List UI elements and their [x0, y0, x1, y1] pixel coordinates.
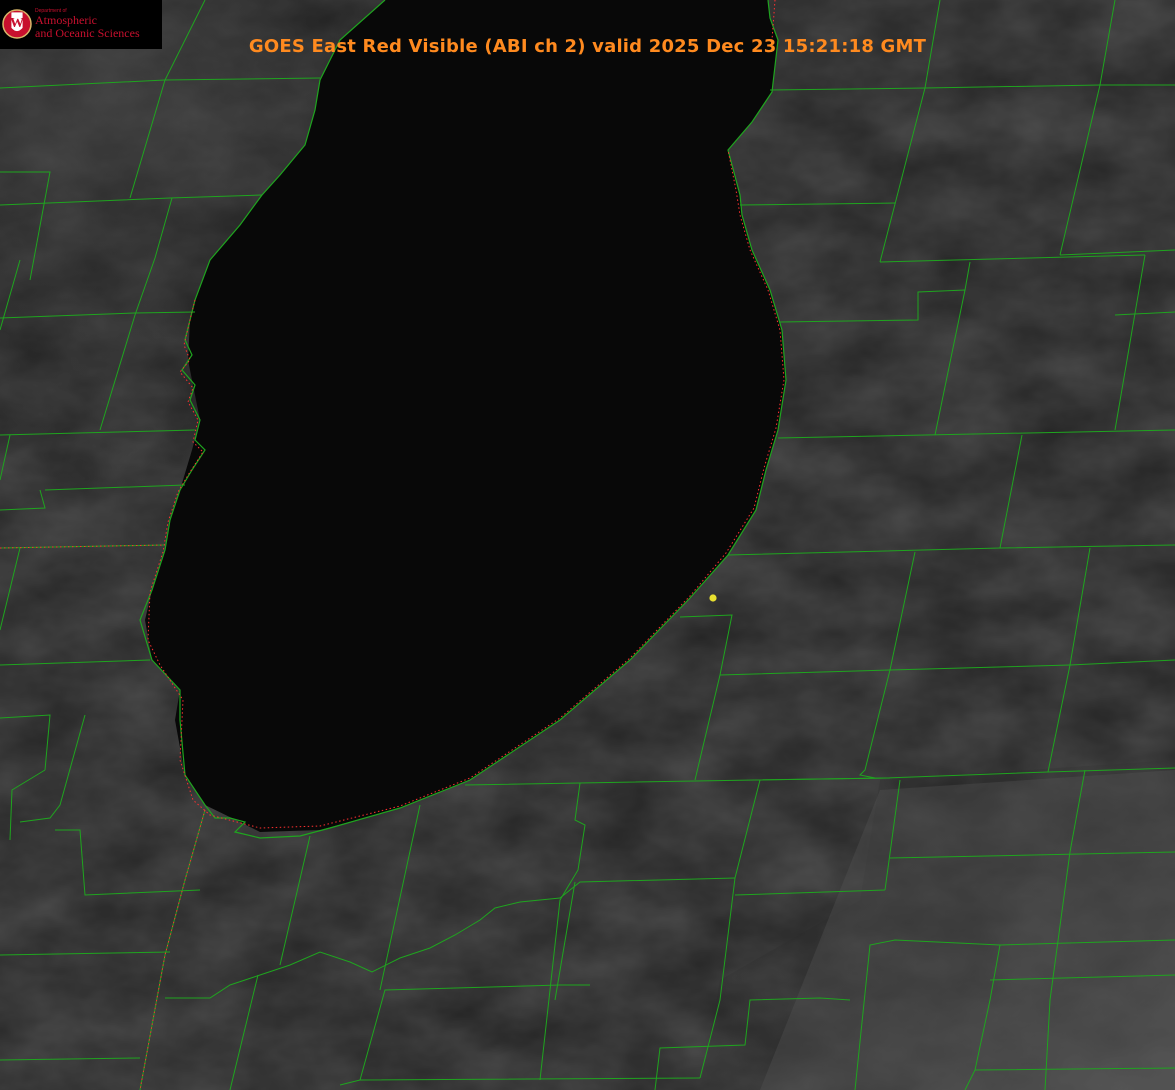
- svg-text:W: W: [10, 16, 24, 31]
- satellite-map: [0, 0, 1175, 1090]
- image-title: GOES East Red Visible (ABI ch 2) valid 2…: [248, 36, 927, 57]
- dot-marker-icon: [709, 594, 717, 602]
